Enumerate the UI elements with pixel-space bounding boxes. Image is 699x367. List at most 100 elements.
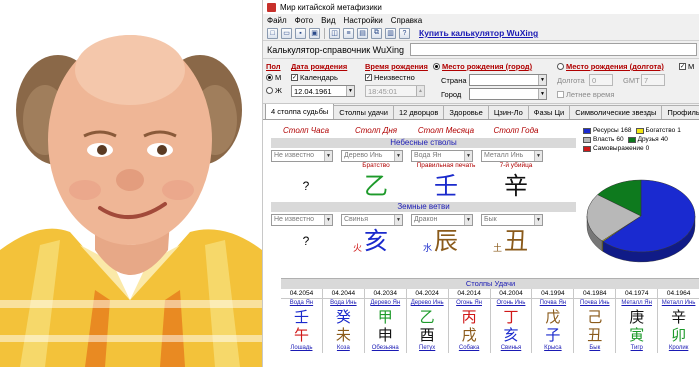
legend-label: Друзья [637, 136, 659, 143]
longitude-input[interactable]: 0 [589, 74, 613, 86]
tab-jing-luo[interactable]: Цзин-Ло [487, 105, 529, 119]
unknown-time-checkbox[interactable]: ✓ [365, 74, 372, 81]
calendar-checkbox[interactable]: ✓ [291, 74, 298, 81]
month-branch-hidden-glyph: 水 [423, 244, 433, 254]
chevron-down-icon[interactable]: ▼ [538, 89, 546, 99]
day-branch-select[interactable]: Свинья ▼ [341, 213, 403, 226]
chevron-down-icon[interactable]: ▼ [324, 214, 332, 225]
photo-icon[interactable]: ▣ [309, 27, 320, 39]
menu-view[interactable]: Вид [321, 16, 335, 25]
gender-female-radio[interactable] [266, 87, 273, 94]
day-stem-glyph: 乙 [364, 172, 388, 200]
layout-icon[interactable]: ◫ [329, 27, 340, 39]
luck-pillar-branch-name: Кролик [668, 345, 689, 351]
luck-pillar-stem-name: Дерево Ян [370, 300, 401, 306]
month-branch-glyph: 辰 [434, 227, 458, 255]
place-city-option[interactable]: Место рождения (город) [433, 62, 532, 71]
save-icon[interactable]: ▪ [295, 27, 306, 39]
hour-stem-select[interactable]: Не известно ▼ [271, 149, 333, 162]
country-select[interactable]: ▼ [469, 74, 547, 86]
tab-qi-phases[interactable]: Фазы Ци [527, 105, 571, 119]
copy-icon[interactable]: ⧉ [371, 27, 382, 39]
city-select[interactable]: ▼ [469, 88, 547, 100]
document-icon[interactable]: ≡ [343, 27, 354, 39]
unknown-time-label: Неизвестно [374, 73, 415, 82]
year-branch-select[interactable]: Бык ▼ [481, 213, 543, 226]
legend-value: 168 [620, 127, 632, 134]
new-file-icon[interactable]: □ [267, 27, 278, 39]
chevron-down-icon[interactable]: ▼ [324, 150, 332, 161]
tab-chart-profile[interactable]: Профиль карты [661, 105, 699, 119]
birthdate-input[interactable]: 12.04.1961 ▼ [291, 85, 355, 97]
gender-male-radio[interactable] [266, 74, 273, 81]
menu-settings[interactable]: Настройки [344, 16, 383, 25]
chevron-down-icon[interactable]: ▼ [534, 150, 542, 161]
luck-pillar-column[interactable]: 04.2004 Огонь Инь 丁亥 Свинья [490, 289, 533, 353]
portrait-illustration [0, 35, 262, 367]
luck-pillar-column[interactable]: 04.2034 Дерево Ян 甲申 Обезьяна [364, 289, 407, 353]
place-longitude-option[interactable]: Место рождения (долгота) [557, 62, 664, 71]
month-branch-select[interactable]: Дракон ▼ [411, 213, 473, 226]
tab-four-pillars[interactable]: 4 столпа судьбы [265, 103, 335, 119]
luck-pillar-column[interactable]: 04.1994 Почва Ян 戊子 Крыса [532, 289, 575, 353]
luck-pillar-column[interactable]: 04.2014 Огонь Ян 丙戌 Собака [448, 289, 491, 353]
luck-pillar-column[interactable]: 04.2044 Вода Инь 癸未 Коза [322, 289, 365, 353]
summer-time-checkbox[interactable] [557, 91, 564, 98]
place-longitude-radio[interactable] [557, 63, 564, 70]
chevron-down-icon[interactable]: ▼ [538, 75, 546, 85]
luck-pillar-branch-glyph: 未 [335, 326, 351, 344]
luck-pillar-stem-glyph: 己 [587, 308, 603, 326]
help-icon[interactable]: ? [399, 27, 410, 39]
birthtime-input[interactable]: 18:45:01 ▲ [365, 85, 425, 97]
country-label: Страна [441, 76, 467, 85]
print-icon[interactable]: ▥ [385, 27, 396, 39]
calendar-option[interactable]: ✓ Календарь [291, 73, 338, 82]
toolbar-separator [324, 27, 325, 39]
chevron-down-icon[interactable]: ▼ [346, 86, 354, 96]
spin-icon[interactable]: ▲ [416, 86, 424, 96]
toolbar: □ ▭ ▪ ▣ ◫ ≡ ▤ ⧉ ▥ ? Купить калькулятор W… [263, 26, 699, 41]
chevron-down-icon[interactable]: ▼ [464, 214, 472, 225]
unknown-time-option[interactable]: ✓ Неизвестно [365, 73, 415, 82]
luck-pillar-column[interactable]: 04.2054 Вода Ян 壬午 Лошадь [281, 289, 323, 353]
luck-pillar-column[interactable]: 04.1984 Почва Инь 己丑 Бык [574, 289, 617, 353]
menu-photo[interactable]: Фото [295, 16, 313, 25]
hour-branch-select[interactable]: Не известно ▼ [271, 213, 333, 226]
tab-twelve-palaces[interactable]: 12 дворцов [392, 105, 445, 119]
four-pillars-panel: Столп Часа Столп Дня Столп Месяца Столп … [271, 126, 576, 256]
month-stem-select[interactable]: Вода Ян ▼ [411, 149, 473, 162]
tab-luck-pillars[interactable]: Столпы удачи [333, 105, 394, 119]
calculator-input[interactable] [410, 43, 697, 56]
chevron-down-icon[interactable]: ▼ [534, 214, 542, 225]
year-branch-glyph: 丑 [504, 227, 528, 255]
chevron-down-icon[interactable]: ▼ [464, 150, 472, 161]
chevron-down-icon[interactable]: ▼ [394, 150, 402, 161]
gender-female-option[interactable]: Ж [266, 86, 282, 95]
menu-help[interactable]: Справка [391, 16, 422, 25]
luck-pillar-branch-glyph: 卯 [671, 326, 687, 344]
tab-health[interactable]: Здоровье [443, 105, 489, 119]
year-stem-glyph: 辛 [504, 172, 528, 200]
pdf-icon[interactable]: ▤ [357, 27, 368, 39]
gmt-input[interactable]: 7 [641, 74, 665, 86]
extra-option[interactable]: ✓ М [679, 62, 694, 71]
extra-checkbox[interactable]: ✓ [679, 63, 686, 70]
chevron-down-icon[interactable]: ▼ [394, 214, 402, 225]
menu-file[interactable]: Файл [267, 16, 287, 25]
place-city-radio[interactable] [433, 63, 440, 70]
year-branch-value: Бык [484, 215, 497, 223]
open-folder-icon[interactable]: ▭ [281, 27, 292, 39]
tab-symbolic-stars[interactable]: Символические звезды [569, 105, 663, 119]
pillar-header-day: Столп Дня [354, 126, 398, 135]
earthly-branches-band: Земные ветви [271, 202, 576, 212]
branch-glyph-row: ? 火 亥 水 辰 土 丑 [271, 226, 576, 256]
luck-pillar-column[interactable]: 04.1974 Металл Ян 庚寅 Тигр [616, 289, 659, 353]
gender-male-option[interactable]: М [266, 73, 281, 82]
luck-pillar-column[interactable]: 04.2024 Дерево Инь 乙酉 Петух [406, 289, 449, 353]
summer-time-option[interactable]: Летнее время [557, 90, 614, 99]
day-stem-select[interactable]: Дерево Инь ▼ [341, 149, 403, 162]
buy-calculator-link[interactable]: Купить калькулятор WuXing [419, 28, 538, 38]
year-stem-select[interactable]: Металл Инь ▼ [481, 149, 543, 162]
luck-pillar-stem-glyph: 丁 [503, 308, 519, 326]
luck-pillar-column[interactable]: 04.1964 Металл Инь 辛卯 Кролик [658, 289, 699, 353]
